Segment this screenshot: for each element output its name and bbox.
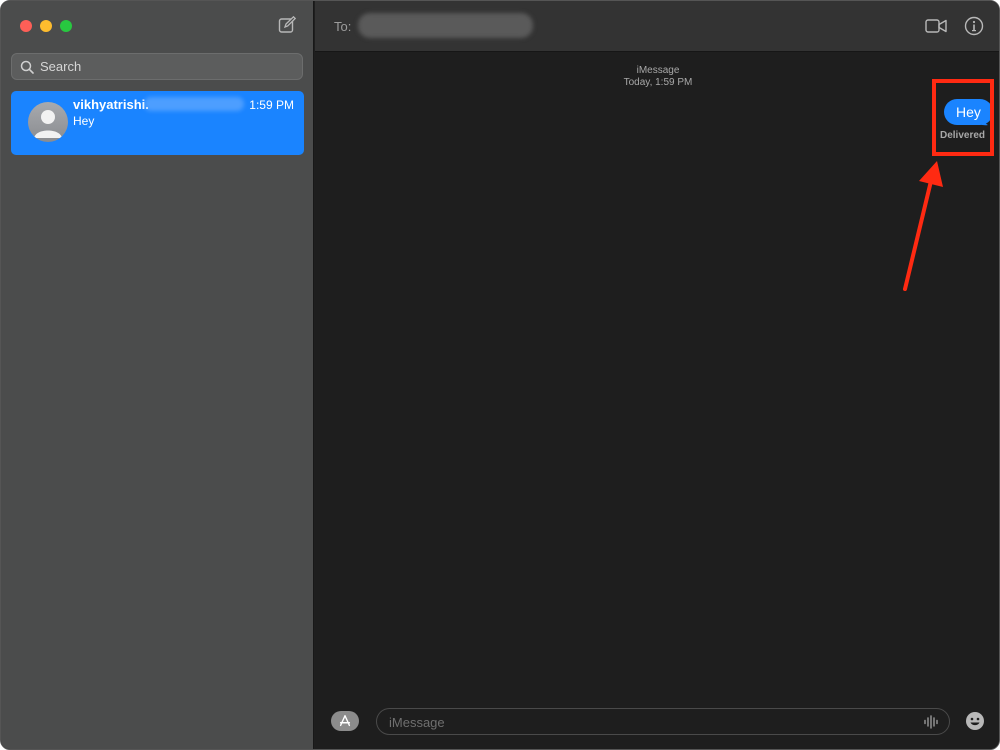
app-store-button[interactable]: [331, 711, 359, 731]
conversation-preview: Hey: [73, 114, 95, 128]
redacted-name: [144, 97, 244, 111]
compose-icon[interactable]: [278, 16, 296, 34]
audio-icon[interactable]: [923, 714, 939, 730]
video-icon[interactable]: [925, 18, 947, 34]
redacted-recipient[interactable]: [358, 13, 533, 38]
close-button[interactable]: [20, 20, 32, 32]
conversation-pane: To: iMessage Today, 1:59 PM Hey Delivere…: [315, 1, 999, 749]
service-label: iMessage: [636, 65, 680, 76]
messages-window: Search vikhyatrishi. 1:59 PM Hey To: iMe…: [0, 0, 1000, 750]
to-label: To:: [334, 19, 352, 34]
minimize-button[interactable]: [40, 20, 52, 32]
conversation-item[interactable]: vikhyatrishi. 1:59 PM Hey: [11, 91, 304, 155]
search-placeholder: Search: [40, 59, 82, 74]
search-field[interactable]: Search: [11, 53, 303, 80]
app-store-icon: [339, 715, 351, 727]
info-icon[interactable]: [964, 16, 984, 36]
annotation-highlight-box: [932, 79, 994, 156]
window-controls: [20, 20, 72, 32]
conversation-name: vikhyatrishi.: [73, 97, 149, 112]
recipient-bar: To:: [315, 1, 999, 52]
conversation-time: 1:59 PM: [249, 98, 294, 112]
thread-timestamp: Today, 1:59 PM: [623, 77, 693, 88]
avatar: [28, 102, 68, 142]
message-input-placeholder: iMessage: [389, 715, 445, 730]
emoji-icon[interactable]: [965, 711, 985, 731]
message-input[interactable]: iMessage: [376, 708, 950, 735]
zoom-button[interactable]: [60, 20, 72, 32]
search-icon: [20, 60, 34, 74]
annotation-arrow: [903, 161, 943, 291]
sidebar: Search vikhyatrishi. 1:59 PM Hey: [1, 1, 314, 749]
